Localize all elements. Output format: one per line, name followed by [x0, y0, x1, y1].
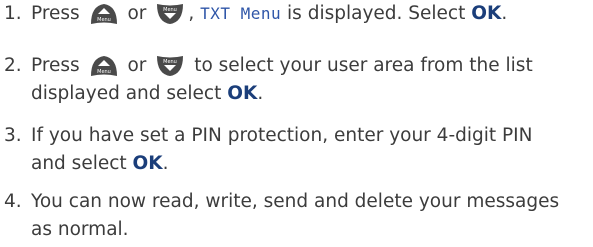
- key-label: Menu: [163, 59, 177, 65]
- step-text: .: [257, 83, 264, 104]
- step-text: to select your user area from the list: [194, 55, 533, 76]
- up-arrow-menu-key-icon: Menu: [88, 2, 120, 26]
- step-number: 4.: [4, 191, 22, 212]
- step-text: or: [127, 3, 147, 24]
- step-text: .: [162, 153, 169, 174]
- step-text: ,: [188, 3, 195, 24]
- ok-label: OK: [132, 153, 163, 174]
- step-text: displayed and select: [31, 83, 222, 104]
- step-text: If you have set a PIN protection, enter …: [31, 125, 533, 146]
- step-4: 4. You can now read, write, send and dele…: [4, 188, 589, 244]
- step-text: as normal.: [31, 219, 129, 240]
- step-text: You can now read, write, send and delete…: [31, 191, 560, 212]
- step-text: .: [501, 3, 508, 24]
- step-text: is displayed. Select: [287, 3, 466, 24]
- key-label: Menu: [97, 69, 111, 75]
- step-text: or: [127, 55, 147, 76]
- step-number: 3.: [4, 125, 22, 146]
- step-text: Press: [31, 55, 80, 76]
- step-continuation: displayed and select OK.: [31, 80, 263, 108]
- step-3: 3. If you have set a PIN protection, ente…: [4, 122, 589, 178]
- down-arrow-menu-key-icon: Menu: [154, 54, 186, 78]
- step-text: and select: [31, 153, 127, 174]
- up-arrow-menu-key-icon: Menu: [88, 54, 120, 78]
- step-number: 1.: [4, 3, 22, 24]
- down-arrow-menu-key-icon: Menu: [154, 2, 186, 26]
- step-text: Press: [31, 3, 80, 24]
- lcd-display-text: TXT Menu: [200, 4, 282, 23]
- step-continuation: as normal.: [31, 216, 129, 244]
- ok-label: OK: [471, 3, 502, 24]
- key-label: Menu: [163, 7, 177, 13]
- key-label: Menu: [97, 17, 111, 23]
- step-2: 2. Press Menu or Menu to select your user…: [4, 52, 589, 108]
- step-1: 1. Press Menu or Menu , TXT Menu is displ…: [4, 0, 589, 28]
- step-continuation: and select OK.: [31, 150, 169, 178]
- step-number: 2.: [4, 55, 22, 76]
- ok-label: OK: [227, 83, 258, 104]
